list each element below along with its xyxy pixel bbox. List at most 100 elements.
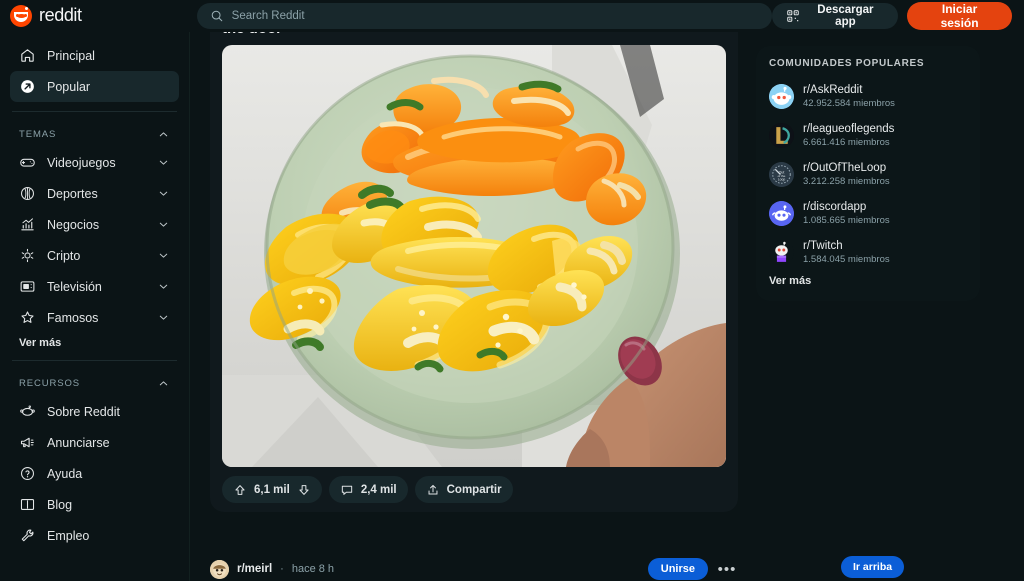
- download-app-label: Descargar app: [817, 3, 874, 28]
- comment-count: 2,4 mil: [360, 483, 397, 496]
- sidebar-item-anunciarse[interactable]: Anunciarse: [10, 427, 179, 458]
- chevron-down-icon: [159, 222, 168, 227]
- sidebar-item-principal[interactable]: Principal: [10, 40, 179, 71]
- subreddit-avatar[interactable]: [210, 559, 229, 579]
- topics-header-label: TEMAS: [19, 128, 57, 140]
- search-input[interactable]: Search Reddit: [196, 2, 772, 29]
- outoftheloop-icon: Out of the Loop: [769, 162, 794, 187]
- sidebar-section-topics[interactable]: TEMAS: [10, 121, 179, 147]
- television-icon: [20, 281, 35, 292]
- post-image[interactable]: [222, 45, 726, 467]
- reddit-logo-home-link[interactable]: reddit: [0, 4, 197, 27]
- community-row-leagueoflegends[interactable]: r/leagueoflegends 6.661.416 miembros: [769, 119, 967, 152]
- post-title: the door: [222, 32, 726, 38]
- more-options-icon[interactable]: •••: [716, 561, 738, 578]
- community-row-outoftheloop[interactable]: Out of the Loop r/OutOfTheLoop 3.212.258…: [769, 158, 967, 191]
- downvote-arrow-icon[interactable]: [297, 483, 311, 497]
- comments-button[interactable]: 2,4 mil: [328, 476, 408, 503]
- wrench-icon: [21, 529, 34, 542]
- sidebar-item-label: Videojuegos: [47, 155, 116, 170]
- chevron-down-icon: [159, 253, 168, 258]
- sidebar-section-resources[interactable]: RECURSOS: [10, 370, 179, 396]
- share-icon: [428, 484, 438, 494]
- login-label: Iniciar sesión: [940, 1, 979, 30]
- post-timestamp: hace 8 h: [291, 563, 335, 575]
- join-button[interactable]: Unirse: [647, 558, 708, 580]
- share-button[interactable]: Compartir: [414, 476, 513, 503]
- sidebar-item-empleo[interactable]: Empleo: [10, 520, 179, 551]
- popular-communities-panel: COMUNIDADES POPULARES r/AskReddit 42.952…: [756, 46, 980, 301]
- chevron-down-icon: [159, 191, 168, 196]
- chevron-down-icon: [159, 160, 168, 165]
- sidebar-item-label: Blog: [47, 497, 73, 512]
- sidebar-item-television[interactable]: Televisión: [10, 271, 179, 302]
- sidebar-divider-1: [12, 111, 177, 112]
- go-to-top-label: Ir arriba: [853, 561, 893, 573]
- top-header: reddit Search Reddit Descargar app Inici…: [0, 0, 1024, 32]
- bar-chart-icon: [21, 218, 34, 231]
- community-row-discordapp[interactable]: r/discordapp 1.085.665 miembros: [769, 197, 967, 230]
- help-circle-icon: [21, 467, 34, 480]
- chevron-down-icon: [159, 284, 168, 289]
- resources-header-label: RECURSOS: [19, 377, 81, 389]
- community-members: 1.584.045 miembros: [803, 254, 890, 265]
- chevron-up-icon: [159, 380, 168, 385]
- search-placeholder: Search Reddit: [231, 9, 305, 22]
- sidebar-item-sobre-reddit[interactable]: Sobre Reddit: [10, 396, 179, 427]
- sidebar-item-cripto[interactable]: Cripto: [10, 240, 179, 271]
- community-name: r/AskReddit: [803, 84, 863, 96]
- sidebar-item-famosos[interactable]: Famosos: [10, 302, 179, 333]
- go-to-top-button[interactable]: Ir arriba: [841, 556, 905, 578]
- avatar: [769, 240, 794, 265]
- sidebar-item-label: Deportes: [47, 186, 98, 201]
- login-button[interactable]: Iniciar sesión: [907, 1, 1012, 30]
- topics-see-more-link[interactable]: Ver más: [10, 333, 179, 351]
- avatar: [769, 84, 794, 109]
- sidebar-item-label: Ayuda: [47, 466, 83, 481]
- sidebar-item-popular[interactable]: Popular: [10, 71, 179, 102]
- share-label: Compartir: [446, 483, 502, 496]
- left-sidebar: Principal Popular TEMAS Videojuegos Depo…: [0, 32, 190, 581]
- popular-arrow-icon: [21, 80, 34, 93]
- reddit-snoo-logo-icon: [10, 4, 32, 27]
- book-icon: [20, 499, 35, 510]
- join-label: Unirse: [660, 563, 695, 575]
- sidebar-item-label: Popular: [47, 79, 91, 94]
- search-icon: [211, 10, 222, 21]
- sidebar-item-label: Principal: [47, 48, 95, 63]
- sidebar-item-videojuegos[interactable]: Videojuegos: [10, 147, 179, 178]
- subreddit-name[interactable]: r/meirl: [237, 563, 272, 575]
- community-members: 6.661.416 miembros: [803, 137, 890, 148]
- reddit-page: reddit Search Reddit Descargar app Inici…: [0, 0, 1024, 581]
- megaphone-icon: [20, 437, 34, 448]
- community-row-askreddit[interactable]: r/AskReddit 42.952.584 miembros: [769, 80, 967, 113]
- separator-dot: ·: [280, 563, 284, 575]
- download-app-button[interactable]: Descargar app: [771, 2, 899, 29]
- leagueoflegends-icon: [769, 123, 794, 148]
- svg-text:Loop: Loop: [778, 177, 786, 181]
- chevron-down-icon: [159, 315, 168, 320]
- sidebar-item-negocios[interactable]: Negocios: [10, 209, 179, 240]
- twitch-snoo-icon: [769, 240, 794, 265]
- sidebar-item-ayuda[interactable]: Ayuda: [10, 458, 179, 489]
- sidebar-item-label: Famosos: [47, 310, 99, 325]
- sidebar-item-label: Cripto: [47, 248, 81, 263]
- community-members: 42.952.584 miembros: [803, 98, 895, 109]
- post-actions: 6,1 mil 2,4 mil Compartir: [222, 476, 726, 506]
- crypto-icon: [21, 248, 34, 263]
- upvote-arrow-icon[interactable]: [233, 483, 247, 497]
- chevron-up-icon: [159, 131, 168, 136]
- discord-icon: [769, 201, 794, 226]
- avatar: [769, 123, 794, 148]
- panel-title: COMUNIDADES POPULARES: [769, 58, 925, 69]
- community-row-twitch[interactable]: r/Twitch 1.584.045 miembros: [769, 236, 967, 269]
- star-icon: [21, 311, 34, 323]
- sidebar-item-label: Sobre Reddit: [47, 404, 120, 419]
- panel-see-more-link[interactable]: Ver más: [769, 275, 967, 287]
- sidebar-item-label: Negocios: [47, 217, 100, 232]
- sidebar-item-deportes[interactable]: Deportes: [10, 178, 179, 209]
- vote-pill[interactable]: 6,1 mil: [222, 476, 322, 503]
- sidebar-item-blog[interactable]: Blog: [10, 489, 179, 520]
- sidebar-item-label: Empleo: [47, 528, 90, 543]
- snoo-icon: [20, 405, 35, 416]
